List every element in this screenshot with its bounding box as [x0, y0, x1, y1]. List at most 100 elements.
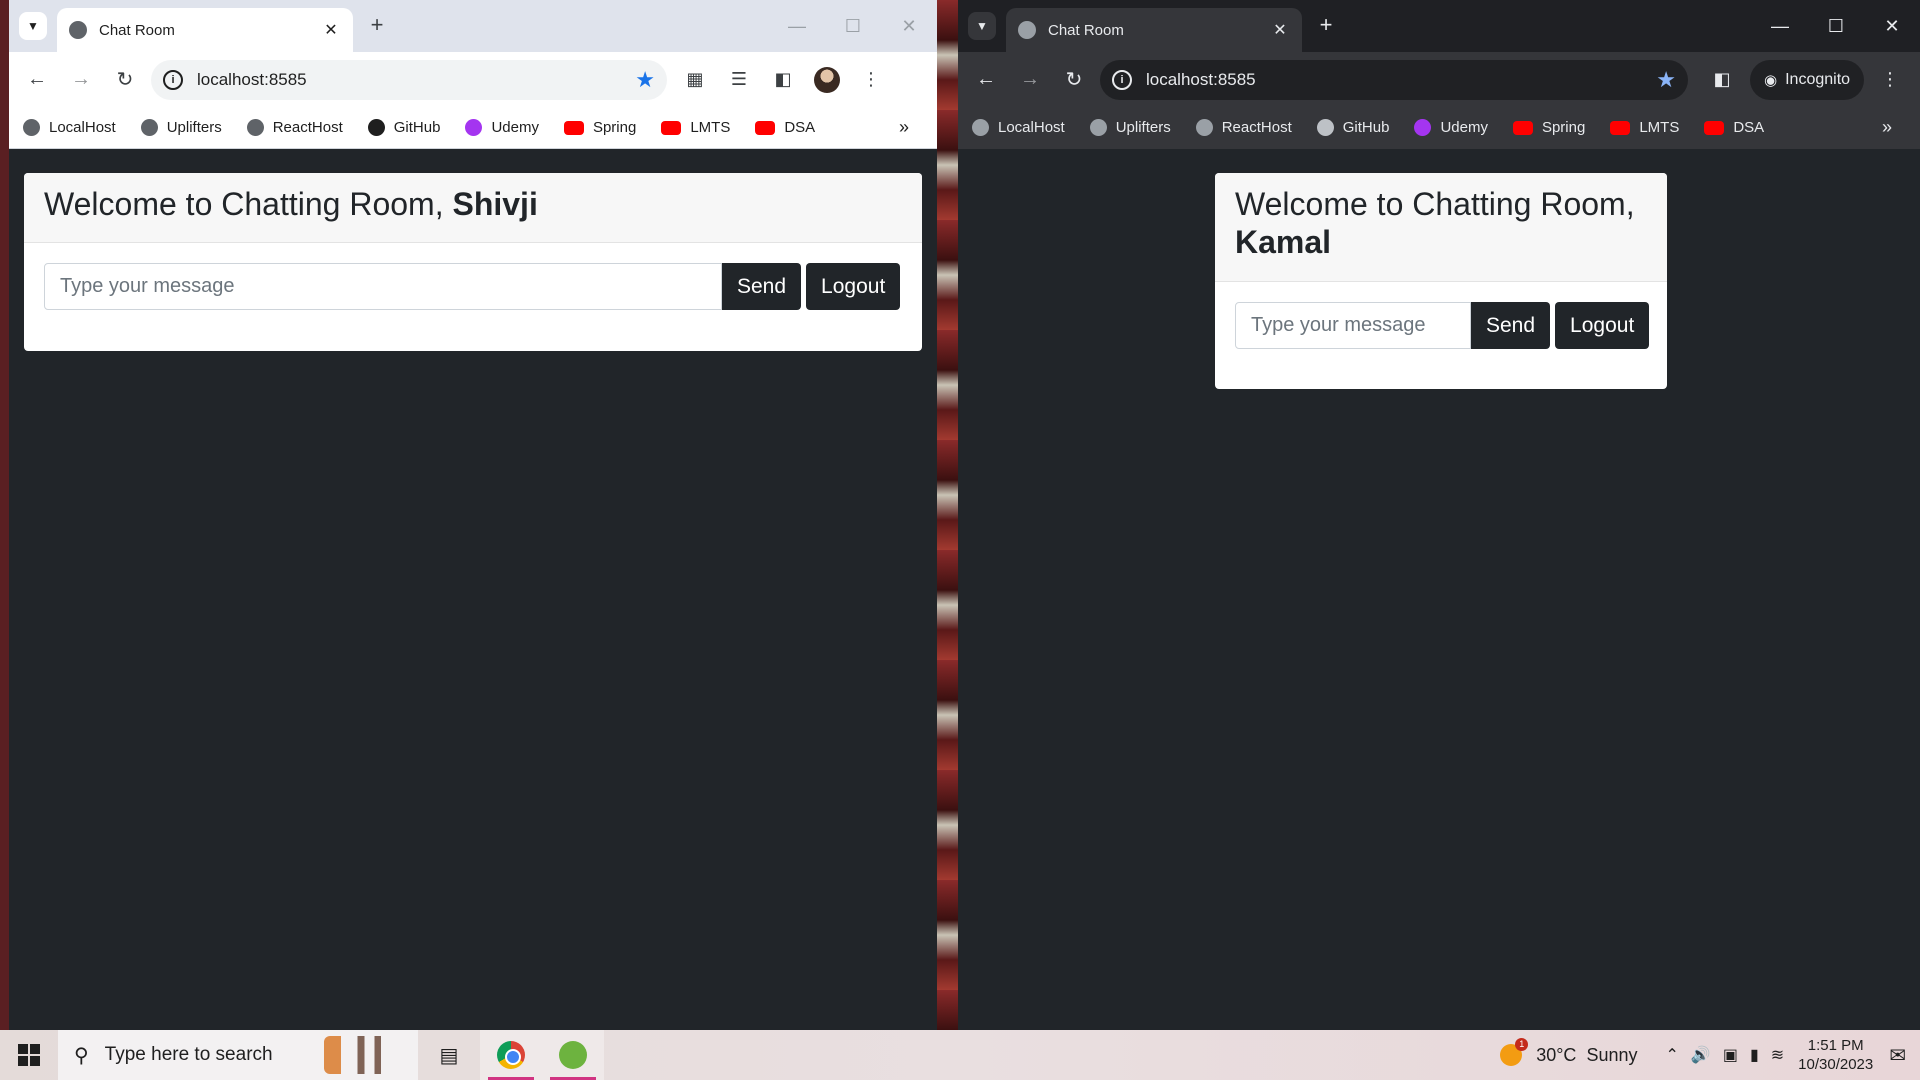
wifi-icon[interactable]: ≋ [1771, 1045, 1784, 1065]
chevron-double-right-icon[interactable]: » [1882, 117, 1892, 138]
system-tray: 30°C Sunny ⌃ 🔊 ▣ ▮ ≋ 1:51 PM 10/30/2023 … [1500, 1030, 1920, 1080]
reload-icon: ↻ [1065, 69, 1083, 91]
address-bar[interactable]: i localhost:8585 ★ [1100, 59, 1688, 100]
puzzle-icon[interactable]: ▦ [673, 58, 717, 102]
task-view-button[interactable]: ▤ [418, 1030, 480, 1080]
bookmark-lmts[interactable]: LMTS [1610, 119, 1679, 136]
chevron-double-right-icon[interactable]: » [899, 117, 909, 138]
notification-icon[interactable]: ✉ [1889, 1043, 1906, 1068]
message-form: Send Logout [1215, 282, 1667, 369]
github-icon [1316, 119, 1334, 136]
tab-search-button[interactable]: ▼ [19, 12, 47, 40]
globe-icon [140, 119, 158, 136]
bookmark-localhost[interactable]: LocalHost [972, 119, 1065, 136]
send-button[interactable]: Send [1471, 302, 1551, 349]
windows-logo-icon [18, 1044, 40, 1066]
meet-now-icon[interactable]: ▣ [1723, 1045, 1738, 1065]
bookmark-reacthost[interactable]: ReactHost [246, 119, 343, 136]
forward-button[interactable]: → [1008, 58, 1052, 102]
kebab-menu-icon[interactable]: ⋮ [1868, 58, 1912, 102]
bookmark-localhost[interactable]: LocalHost [23, 119, 116, 136]
new-tab-button[interactable]: + [363, 12, 391, 40]
clock-time: 1:51 PM [1807, 1037, 1864, 1054]
taskbar-chrome[interactable] [480, 1030, 542, 1080]
close-window-button[interactable]: ✕ [1864, 0, 1920, 52]
bookmark-dsa[interactable]: DSA [1704, 119, 1764, 136]
title-bar: ▼ Chat Room ✕ + — ☐ ✕ [9, 0, 937, 52]
clock[interactable]: 1:51 PM 10/30/2023 [1798, 1036, 1873, 1074]
bookmark-lmts[interactable]: LMTS [661, 119, 730, 136]
avatar[interactable] [814, 66, 840, 93]
kebab-menu-icon[interactable]: ⋮ [849, 58, 893, 102]
site-info-icon[interactable]: i [163, 69, 183, 90]
bookmark-uplifters[interactable]: Uplifters [140, 119, 222, 136]
star-icon[interactable]: ★ [635, 67, 655, 93]
logout-button[interactable]: Logout [1555, 302, 1650, 349]
logout-button[interactable]: Logout [806, 263, 901, 310]
bookmark-reacthost[interactable]: ReactHost [1195, 119, 1292, 136]
bookmark-udemy[interactable]: Udemy [1414, 119, 1488, 136]
window-controls: — ☐ ✕ [1752, 0, 1920, 52]
bookmark-spring[interactable]: Spring [1512, 119, 1585, 136]
browser-toolbar: ← → ↻ i localhost:8585 ★ ◧ ◉ Incognito ⋮ [958, 52, 1920, 107]
window-controls: — ☐ ✕ [769, 0, 937, 52]
side-panel-icon[interactable]: ◧ [761, 58, 805, 102]
new-tab-button[interactable]: + [1312, 12, 1340, 40]
udemy-icon [465, 119, 483, 136]
close-icon[interactable]: ✕ [321, 20, 341, 40]
battery-icon[interactable]: ▮ [1750, 1045, 1759, 1065]
address-bar[interactable]: i localhost:8585 ★ [151, 59, 667, 100]
incognito-badge[interactable]: ◉ Incognito [1750, 59, 1865, 100]
tab-title: Chat Room [1048, 21, 1124, 39]
taskbar-spring-tool[interactable] [542, 1030, 604, 1080]
sun-icon [1500, 1038, 1529, 1066]
desktop-wallpaper [936, 0, 958, 1030]
username: Kamal [1235, 224, 1332, 260]
globe-icon [1089, 119, 1107, 136]
start-button[interactable] [0, 1030, 58, 1080]
message-input[interactable] [1235, 302, 1471, 349]
taskbar-search[interactable]: ⚲ Type here to search [58, 1030, 418, 1080]
send-button[interactable]: Send [722, 263, 802, 310]
chat-card: Welcome to Chatting Room, Kamal Send Log… [1215, 173, 1667, 389]
side-panel-icon[interactable]: ◧ [1700, 58, 1744, 102]
bookmark-github[interactable]: GitHub [367, 119, 440, 136]
close-icon[interactable]: ✕ [1270, 20, 1290, 40]
globe-icon [246, 119, 264, 136]
star-icon[interactable]: ★ [1656, 67, 1676, 93]
minimize-button[interactable]: — [769, 0, 825, 52]
bookmark-dsa[interactable]: DSA [755, 119, 815, 136]
bookmark-uplifters[interactable]: Uplifters [1089, 119, 1171, 136]
bookmark-spring[interactable]: Spring [563, 119, 636, 136]
close-window-button[interactable]: ✕ [881, 0, 937, 52]
arrow-right-icon: → [71, 68, 91, 90]
media-control-icon[interactable]: ☰ [717, 58, 761, 102]
search-icon: ⚲ [74, 1044, 89, 1067]
chevron-down-icon: ▼ [27, 19, 39, 33]
back-button[interactable]: ← [15, 58, 59, 102]
github-icon [367, 119, 385, 136]
tab-search-button[interactable]: ▼ [968, 12, 996, 40]
bookmark-github[interactable]: GitHub [1316, 119, 1389, 136]
reload-button[interactable]: ↻ [103, 58, 147, 102]
site-info-icon[interactable]: i [1112, 69, 1132, 90]
reload-button[interactable]: ↻ [1052, 58, 1096, 102]
message-input[interactable] [44, 263, 722, 310]
forward-button[interactable]: → [59, 58, 103, 102]
chevron-up-icon[interactable]: ⌃ [1665, 1045, 1678, 1065]
youtube-icon [1512, 120, 1533, 135]
maximize-button[interactable]: ☐ [1808, 0, 1864, 52]
weather-widget[interactable]: 30°C Sunny [1500, 1038, 1637, 1066]
back-button[interactable]: ← [964, 58, 1008, 102]
globe-icon [1018, 21, 1036, 39]
tab-chat-room[interactable]: Chat Room ✕ [1006, 8, 1302, 52]
tab-chat-room[interactable]: Chat Room ✕ [57, 8, 353, 52]
search-placeholder: Type here to search [104, 1044, 273, 1065]
bookmark-udemy[interactable]: Udemy [465, 119, 539, 136]
speaker-icon[interactable]: 🔊 [1691, 1045, 1711, 1065]
minimize-button[interactable]: — [1752, 0, 1808, 52]
youtube-icon [1610, 120, 1631, 135]
message-form: Send Logout [24, 243, 922, 330]
search-highlight-image [324, 1036, 408, 1074]
maximize-button[interactable]: ☐ [825, 0, 881, 52]
